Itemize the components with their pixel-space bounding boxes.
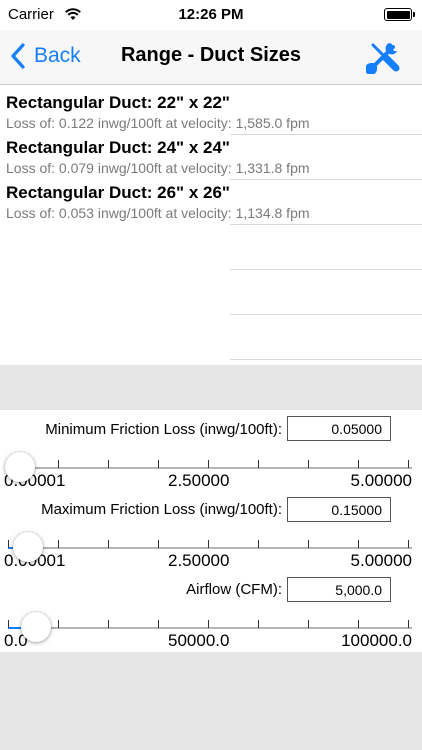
slider-track bbox=[8, 627, 412, 629]
slider-tick bbox=[408, 540, 409, 548]
row-separator bbox=[230, 314, 422, 315]
slider-tick bbox=[408, 460, 409, 468]
airflow-label: Airflow (CFM): bbox=[186, 581, 282, 598]
slider-max-label: 100000.0 bbox=[341, 631, 412, 650]
slider-tick bbox=[58, 460, 59, 468]
slider-tick bbox=[208, 460, 209, 468]
status-bar: Carrier 12:26 PM bbox=[0, 0, 422, 30]
clock: 12:26 PM bbox=[178, 6, 244, 23]
max-friction-slider[interactable]: 0.00001 2.50000 5.00000 bbox=[0, 532, 422, 573]
duct-loss-detail: Loss of: 0.053 inwg/100ft at velocity: 1… bbox=[6, 205, 310, 221]
slider-tick bbox=[308, 620, 309, 628]
row-separator bbox=[230, 359, 422, 360]
slider-tick bbox=[108, 540, 109, 548]
slider-mid-label: 2.50000 bbox=[168, 471, 230, 490]
airflow-input[interactable] bbox=[287, 577, 391, 602]
slider-mid-label: 2.50000 bbox=[168, 551, 230, 570]
slider-max-label: 5.00000 bbox=[350, 551, 412, 570]
slider-tick bbox=[108, 460, 109, 468]
slider-tick bbox=[158, 540, 159, 548]
bottom-spacer bbox=[0, 652, 422, 750]
slider-tick bbox=[358, 540, 359, 548]
slider-tick bbox=[8, 620, 9, 628]
slider-track bbox=[8, 467, 412, 469]
row-separator bbox=[230, 269, 422, 270]
list-item[interactable]: Rectangular Duct: 22" x 22" Loss of: 0.1… bbox=[0, 85, 422, 131]
slider-tick bbox=[258, 460, 259, 468]
navigation-bar: Back Range - Duct Sizes bbox=[0, 30, 422, 85]
slider-tick bbox=[408, 620, 409, 628]
slider-tick bbox=[258, 620, 259, 628]
wrench-screwdriver-icon[interactable] bbox=[366, 38, 402, 74]
slider-tick bbox=[308, 540, 309, 548]
min-friction-input[interactable] bbox=[287, 416, 391, 441]
airflow-slider[interactable]: 0.0 50000.0 100000.0 bbox=[0, 612, 422, 653]
range-controls: Minimum Friction Loss (inwg/100ft): 0.00… bbox=[0, 410, 422, 652]
list-item[interactable]: Rectangular Duct: 26" x 26" Loss of: 0.0… bbox=[0, 175, 422, 221]
battery-icon bbox=[384, 8, 415, 21]
slider-thumb[interactable] bbox=[5, 452, 36, 482]
slider-tick bbox=[158, 460, 159, 468]
slider-tick bbox=[108, 620, 109, 628]
list-item[interactable]: Rectangular Duct: 24" x 24" Loss of: 0.0… bbox=[0, 130, 422, 176]
duct-loss-detail: Loss of: 0.079 inwg/100ft at velocity: 1… bbox=[6, 160, 310, 176]
min-friction-slider[interactable]: 0.00001 2.50000 5.00000 bbox=[0, 452, 422, 493]
slider-tick bbox=[308, 460, 309, 468]
slider-tick bbox=[8, 540, 9, 548]
slider-tick bbox=[58, 540, 59, 548]
duct-size-heading: Rectangular Duct: 26" x 26" bbox=[6, 183, 230, 202]
slider-tick bbox=[358, 620, 359, 628]
slider-thumb[interactable] bbox=[13, 532, 44, 562]
slider-tick bbox=[258, 540, 259, 548]
slider-tick bbox=[208, 540, 209, 548]
max-friction-input[interactable] bbox=[287, 497, 391, 522]
section-spacer bbox=[0, 365, 422, 410]
slider-tick bbox=[358, 460, 359, 468]
row-separator bbox=[230, 134, 422, 135]
slider-mid-label: 50000.0 bbox=[168, 631, 230, 650]
row-separator bbox=[230, 179, 422, 180]
slider-tick bbox=[158, 620, 159, 628]
page-title: Range - Duct Sizes bbox=[120, 44, 302, 66]
duct-loss-detail: Loss of: 0.122 inwg/100ft at velocity: 1… bbox=[6, 115, 310, 131]
duct-size-heading: Rectangular Duct: 22" x 22" bbox=[6, 93, 230, 112]
slider-tick bbox=[208, 620, 209, 628]
slider-thumb[interactable] bbox=[21, 612, 52, 642]
slider-tick bbox=[58, 620, 59, 628]
slider-track bbox=[8, 547, 412, 549]
min-friction-label: Minimum Friction Loss (inwg/100ft): bbox=[45, 421, 282, 438]
row-separator bbox=[230, 224, 422, 225]
max-friction-label: Maximum Friction Loss (inwg/100ft): bbox=[41, 501, 282, 518]
results-list: Rectangular Duct: 22" x 22" Loss of: 0.1… bbox=[0, 85, 422, 365]
slider-max-label: 5.00000 bbox=[350, 471, 412, 490]
duct-size-heading: Rectangular Duct: 24" x 24" bbox=[6, 138, 230, 157]
